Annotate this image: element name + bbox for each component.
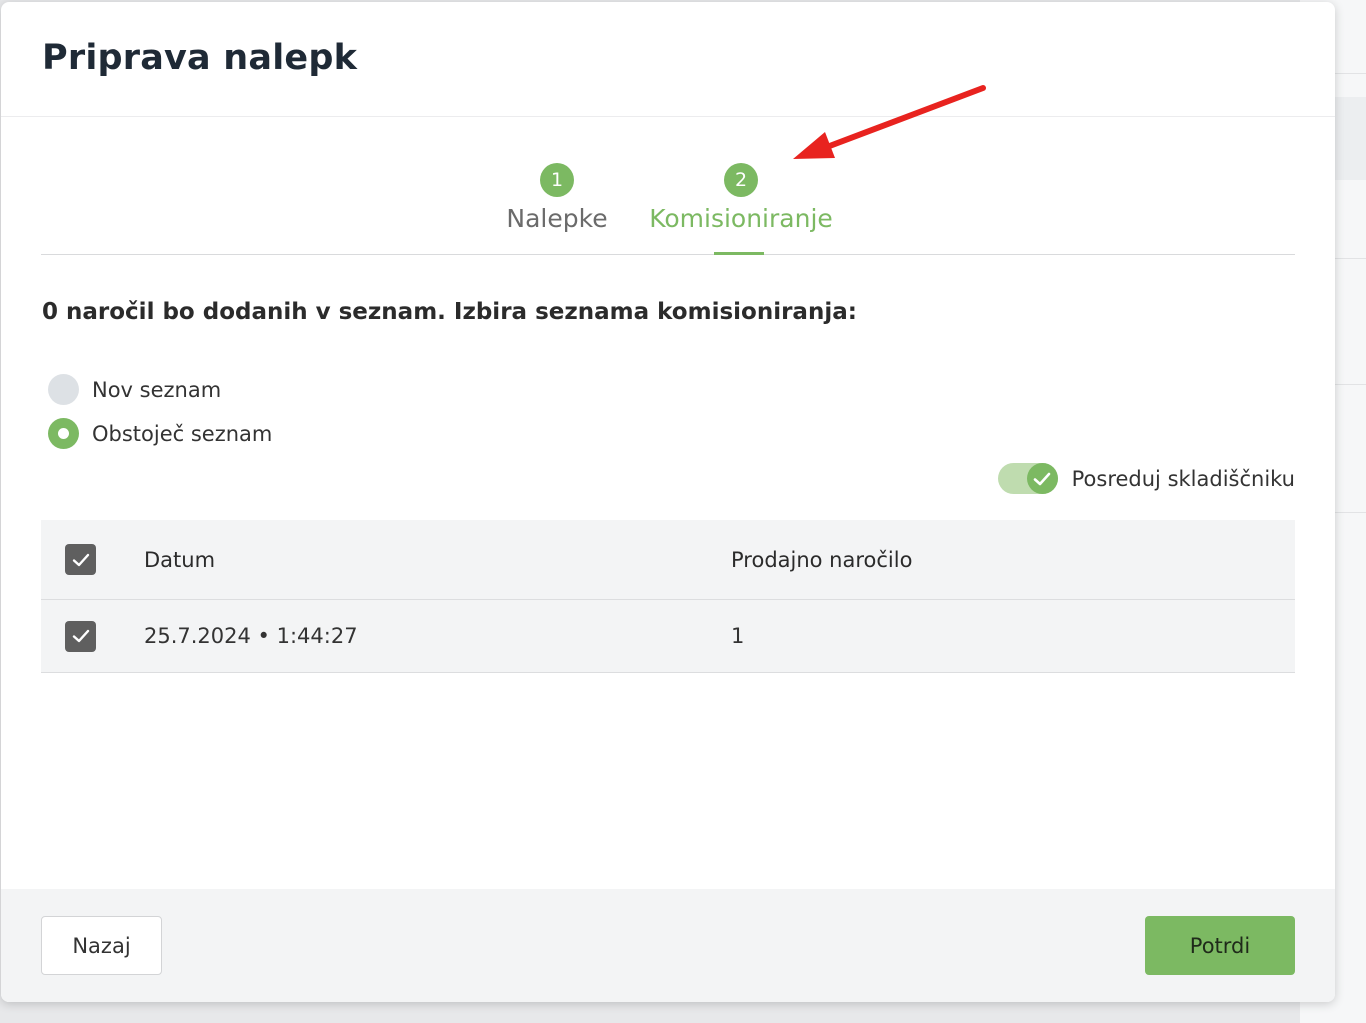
modal-title: Priprava nalepk bbox=[42, 38, 358, 78]
orders-table: Datum Prodajno naročilo 25.7.2024 • 1:44… bbox=[41, 520, 1295, 673]
step-number-1: 1 bbox=[540, 163, 574, 197]
step-label-labels: Nalepke bbox=[506, 204, 608, 233]
header-checkbox-cell bbox=[41, 544, 144, 575]
table-row[interactable]: 25.7.2024 • 1:44:27 1 bbox=[41, 600, 1295, 673]
toggle-label: Posreduj skladiščniku bbox=[1071, 466, 1295, 491]
step-picking[interactable]: 2 Komisioniranje bbox=[646, 163, 836, 233]
column-header-sales-order[interactable]: Prodajno naročilo bbox=[731, 548, 912, 572]
radio-button-selected[interactable] bbox=[48, 418, 79, 449]
confirm-button[interactable]: Potrdi bbox=[1145, 916, 1295, 975]
table-header: Datum Prodajno naročilo bbox=[41, 520, 1295, 600]
radio-button-unselected[interactable] bbox=[48, 374, 79, 405]
modal-footer: Nazaj Potrdi bbox=[1, 889, 1335, 1002]
annotation-arrow-icon bbox=[793, 85, 986, 159]
row-sales-order: 1 bbox=[731, 624, 745, 648]
radio-label-new-list: Nov seznam bbox=[92, 377, 222, 402]
radio-new-list[interactable]: Nov seznam bbox=[48, 374, 221, 405]
step-number-2: 2 bbox=[724, 163, 758, 197]
row-checkbox-cell bbox=[41, 620, 144, 652]
active-step-underline bbox=[714, 252, 764, 255]
stepper: 1 Nalepke 2 Komisioniranje bbox=[41, 118, 1295, 255]
check-icon bbox=[72, 629, 89, 643]
forward-to-warehouse-toggle[interactable] bbox=[997, 463, 1058, 494]
label-preparation-modal: Priprava nalepk 1 Nalepke 2 Komisioniran… bbox=[1, 2, 1335, 1002]
toggle-knob bbox=[1026, 463, 1058, 494]
check-icon bbox=[72, 553, 89, 566]
back-button[interactable]: Nazaj bbox=[41, 916, 162, 975]
row-date: 25.7.2024 • 1:44:27 bbox=[144, 624, 358, 648]
step-label-picking: Komisioniranje bbox=[649, 204, 833, 233]
row-checkbox[interactable] bbox=[65, 620, 96, 652]
column-header-date[interactable]: Datum bbox=[144, 548, 731, 572]
radio-label-existing-list: Obstoječ seznam bbox=[92, 421, 273, 446]
step-labels[interactable]: 1 Nalepke bbox=[505, 163, 609, 233]
check-icon bbox=[1033, 472, 1051, 485]
radio-existing-list[interactable]: Obstoječ seznam bbox=[48, 418, 272, 449]
summary-text: 0 naročil bo dodanih v seznam. Izbira se… bbox=[42, 299, 857, 325]
select-all-checkbox[interactable] bbox=[65, 544, 96, 575]
forward-to-warehouse-toggle-row: Posreduj skladiščniku bbox=[997, 463, 1295, 494]
modal-header: Priprava nalepk bbox=[1, 2, 1335, 117]
